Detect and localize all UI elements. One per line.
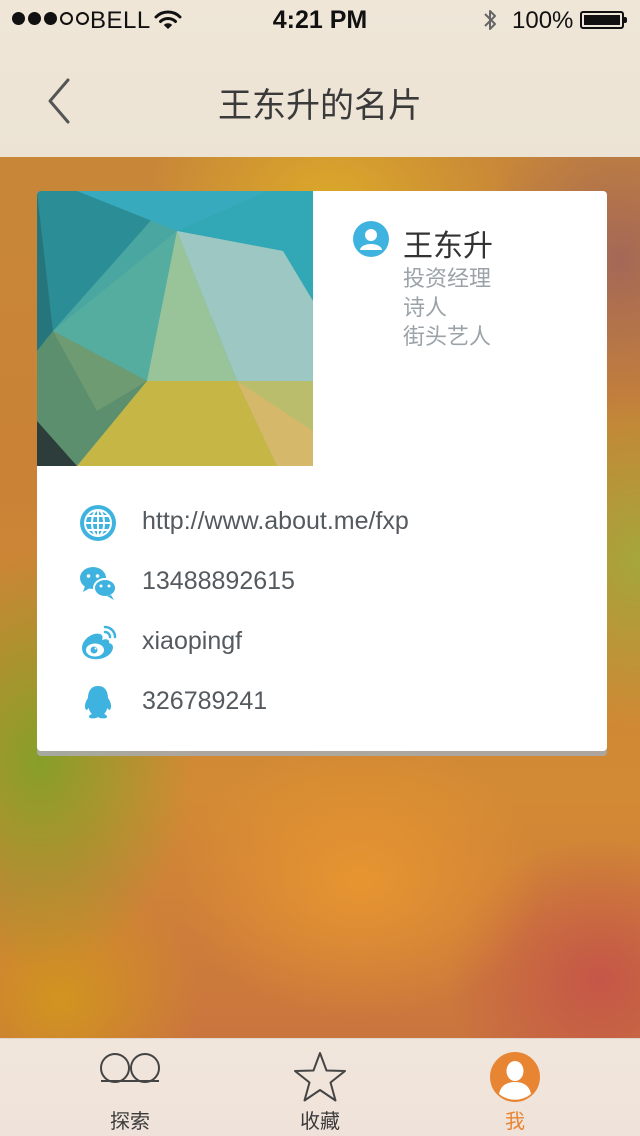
contact-name: 王东升: [403, 229, 493, 264]
contact-qq[interactable]: 326789241: [37, 671, 607, 731]
globe-icon: [80, 505, 116, 541]
battery-icon: [580, 11, 627, 29]
cover-image: [37, 191, 313, 466]
tab-bar: 探索 收藏 我: [0, 1038, 640, 1136]
contact-website[interactable]: http://www.about.me/fxp: [37, 491, 607, 551]
wechat-icon: [80, 567, 117, 600]
tab-favorites-label: 收藏: [300, 1109, 340, 1133]
page-title: 王东升的名片: [218, 86, 422, 126]
contact-weibo[interactable]: xiaopingf: [37, 611, 607, 671]
star-icon: [294, 1052, 346, 1102]
contact-list: http://www.about.me/fxp 13488892615 xiao…: [37, 491, 607, 731]
website-url: http://www.about.me/fxp: [142, 507, 409, 535]
top-bar: BELL 4:21 PM 100% 王东升的名片: [0, 0, 640, 157]
screen: BELL 4:21 PM 100% 王东升的名片 王东升 投资经理 诗人 街头艺…: [0, 0, 640, 1136]
qq-number: 326789241: [142, 687, 268, 715]
explore-icon: [100, 1053, 160, 1083]
role-item: 街头艺人: [403, 325, 492, 350]
tab-explore[interactable]: 探索: [50, 1039, 210, 1136]
tab-me[interactable]: 我: [435, 1039, 595, 1136]
role-list: 投资经理 诗人 街头艺人: [403, 265, 491, 352]
qq-icon: [84, 686, 112, 719]
wechat-id: 13488892615: [142, 567, 295, 595]
tab-favorites[interactable]: 收藏: [240, 1039, 400, 1136]
role-item: 投资经理: [403, 267, 492, 292]
battery-percent: 100%: [512, 7, 574, 34]
bluetooth-icon: [484, 10, 496, 30]
weibo-icon: [82, 625, 117, 660]
business-card: 王东升 投资经理 诗人 街头艺人 http://www.about.me/fxp…: [37, 191, 607, 751]
role-item: 诗人: [403, 296, 448, 321]
weibo-id: xiaopingf: [142, 627, 243, 655]
status-bar: BELL 4:21 PM 100%: [0, 0, 640, 40]
profile-icon: [490, 1052, 540, 1102]
user-avatar-icon: [353, 221, 389, 257]
tab-explore-label: 探索: [110, 1109, 150, 1133]
contact-wechat[interactable]: 13488892615: [37, 551, 607, 611]
tab-me-label: 我: [505, 1109, 525, 1133]
navigation-bar: 王东升的名片: [0, 40, 640, 157]
